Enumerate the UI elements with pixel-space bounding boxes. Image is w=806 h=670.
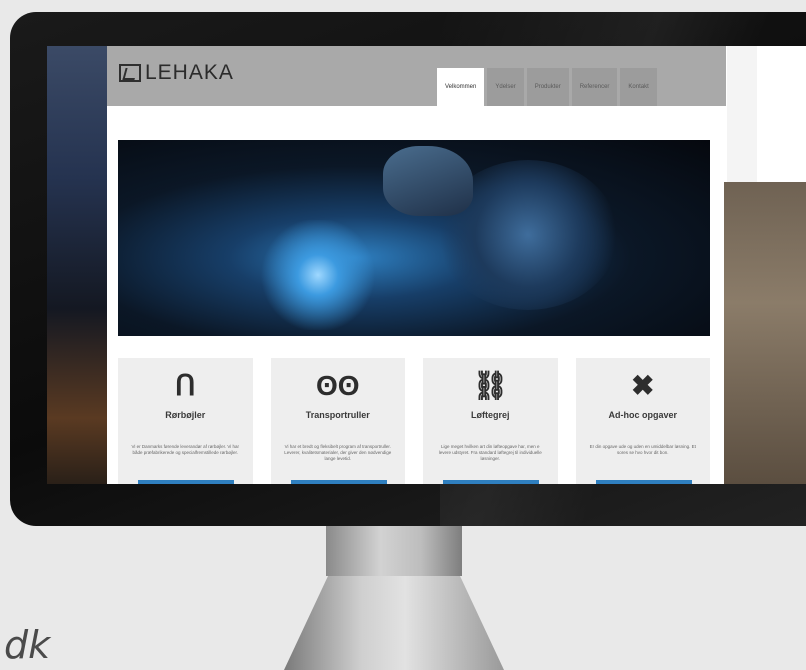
card-accent-bar	[290, 480, 387, 484]
feature-card-transportruller[interactable]: ʘʘ Transportruller Vi har et bredt og fl…	[270, 358, 405, 484]
hero-image-welder	[118, 140, 710, 336]
monitor-stand-base	[284, 576, 504, 670]
site-logo[interactable]: LEHAKA	[119, 62, 234, 83]
nav-tab-velkommen[interactable]: Velkommen	[437, 68, 485, 106]
pipe-clamp-icon: ᑎ	[175, 370, 196, 401]
feature-title: Ad-hoc opgaver	[608, 410, 677, 420]
welding-mask	[383, 146, 473, 216]
card-accent-bar	[595, 480, 692, 484]
feature-card-rorbojler[interactable]: ᑎ Rørbøjler Vi er Danmarks førende lever…	[118, 358, 253, 484]
nav-tab-kontakt[interactable]: Kontakt	[620, 68, 657, 106]
feature-text: Vi er Danmarks førende leverandør af rør…	[131, 444, 240, 455]
monitor-stand-neck	[326, 526, 462, 576]
monitor-screen: LEHAKA Velkommen Ydelser Produkter Refer…	[47, 46, 806, 484]
feature-cards: ᑎ Rørbøjler Vi er Danmarks førende lever…	[118, 358, 710, 484]
feature-text: Lige meget hvilken art din løfteopgave h…	[438, 444, 542, 461]
feature-title: Løftegrej	[470, 410, 510, 420]
feature-text: Er din opgave ude og uden en umiddelbar …	[589, 444, 696, 455]
tools-cross-icon: ✖	[631, 370, 655, 401]
nav-tab-referencer[interactable]: Referencer	[571, 68, 618, 106]
domain-suffix-text: dk	[4, 623, 51, 667]
feature-title: Rørbøjler	[165, 410, 206, 420]
feature-text: Vi har et bredt og fleksibelt program af…	[284, 444, 392, 461]
logo-mark-icon	[119, 63, 141, 82]
feature-card-loftegrej[interactable]: ⛓ Løftegrej Lige meget hvilken art din l…	[423, 358, 558, 484]
logo-text: LEHAKA	[145, 61, 234, 84]
roller-icon: ʘʘ	[315, 370, 360, 401]
feature-title: Transportruller	[305, 410, 370, 420]
feature-card-adhoc[interactable]: ✖ Ad-hoc opgaver Er din opgave ude og ud…	[575, 358, 710, 484]
main-navigation: Velkommen Ydelser Produkter Referencer K…	[437, 68, 657, 106]
background-photo-left	[47, 46, 107, 484]
site-header: LEHAKA Velkommen Ydelser Produkter Refer…	[107, 46, 726, 106]
nav-tab-produkter[interactable]: Produkter	[526, 68, 569, 106]
background-photo-right	[724, 182, 806, 484]
chain-link-icon: ⛓	[472, 370, 509, 401]
nav-tab-ydelser[interactable]: Ydelser	[487, 68, 524, 106]
card-accent-bar	[443, 480, 539, 484]
card-accent-bar	[138, 480, 234, 484]
